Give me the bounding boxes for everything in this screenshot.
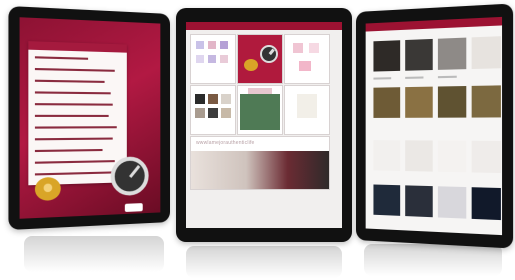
swatch[interactable] [437,140,467,173]
swatch[interactable] [471,140,501,174]
menu-item[interactable] [34,79,105,83]
grid-tile[interactable] [190,85,236,135]
swatch[interactable] [373,40,401,72]
swatch[interactable] [437,85,467,118]
menu-item[interactable] [34,148,103,153]
menu-item[interactable] [34,171,117,176]
swatch[interactable] [471,36,501,70]
tablet-right [356,3,514,249]
character-icon [244,59,258,71]
tablet-center: wwwlamejorauthenticlife [176,8,352,242]
swatch[interactable] [471,187,501,221]
menu-item[interactable] [34,103,113,106]
grid-tile[interactable] [190,34,236,84]
menu-panel [28,41,127,186]
top-bar [186,22,342,30]
swatch[interactable] [405,86,433,118]
swatch[interactable] [471,85,501,118]
swatch[interactable] [373,87,401,118]
swatch[interactable] [373,184,401,216]
grid-tile[interactable] [237,34,283,84]
swatch[interactable] [437,37,467,70]
tablet-left [8,5,171,231]
menu-item[interactable] [34,160,115,164]
swatch[interactable] [437,186,467,219]
menu-item[interactable] [34,67,115,72]
grid-tile[interactable] [237,85,283,135]
swatch-label [405,76,424,79]
swatch-label [373,77,392,80]
tablet-center-screen: wwwlamejorauthenticlife [186,22,342,228]
swatch[interactable] [373,140,401,171]
product-photo: wwwlamejorauthenticlife [0,0,515,280]
clock-icon [260,45,278,63]
reflection-left [24,236,164,272]
grid-tile[interactable] [284,34,330,84]
top-bar [365,16,503,32]
swatch[interactable] [405,185,433,218]
grid-tile[interactable] [284,85,330,135]
reflection-center [186,246,342,278]
swatch[interactable] [405,38,433,71]
menu-item[interactable] [34,126,117,129]
menu-item[interactable] [34,91,111,95]
tablet-left-screen [19,17,161,219]
menu-button[interactable] [124,203,143,212]
clock-icon[interactable] [110,156,149,197]
swatch-label [437,75,457,79]
menu-item[interactable] [34,137,113,141]
banner-caption: wwwlamejorauthenticlife [196,140,255,146]
tablet-right-screen [365,16,503,236]
banner-photo [191,151,329,189]
swatch[interactable] [405,140,433,172]
reflection-right [364,244,502,276]
menu-item[interactable] [34,114,109,117]
menu-panel-header [28,41,127,53]
menu-item[interactable] [34,56,89,60]
